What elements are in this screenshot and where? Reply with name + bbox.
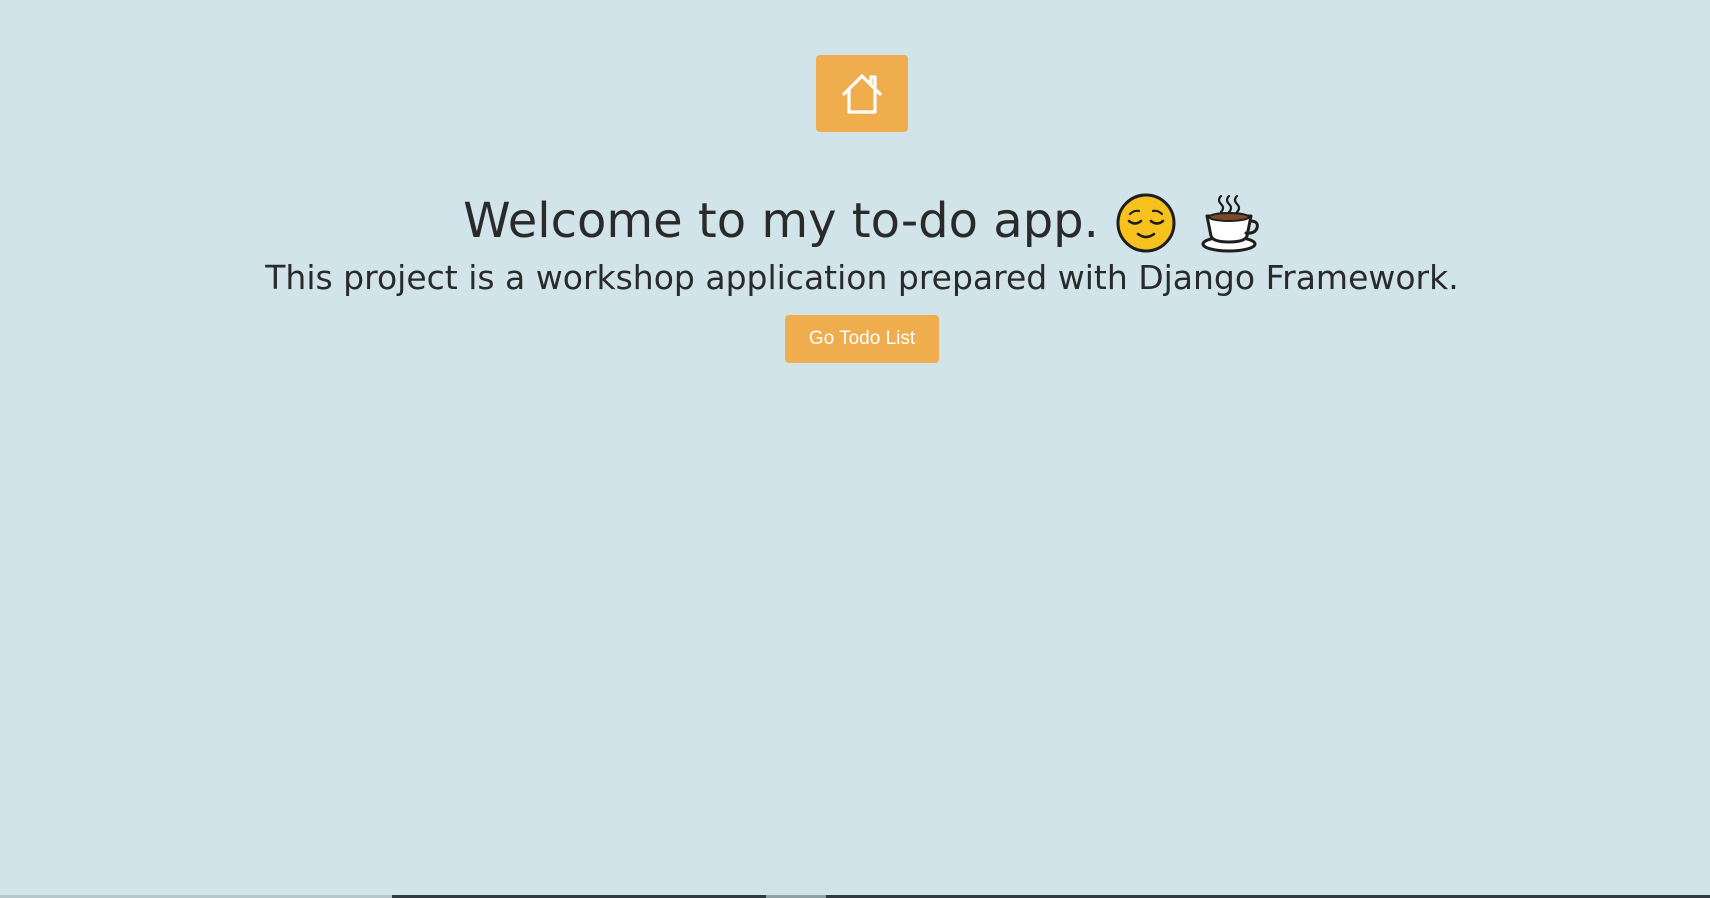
home-button[interactable] <box>816 55 908 132</box>
go-todo-list-button[interactable]: Go Todo List <box>785 315 939 363</box>
page: Welcome to my to-do app. This project is… <box>0 0 1710 898</box>
page-title-text: Welcome to my to-do app. <box>463 193 1099 249</box>
relieved-face-icon <box>1115 185 1177 255</box>
hot-beverage-icon <box>1199 185 1261 255</box>
page-subtitle: This project is a workshop application p… <box>265 258 1459 297</box>
house-icon <box>838 70 886 118</box>
page-title: Welcome to my to-do app. <box>0 186 1710 259</box>
